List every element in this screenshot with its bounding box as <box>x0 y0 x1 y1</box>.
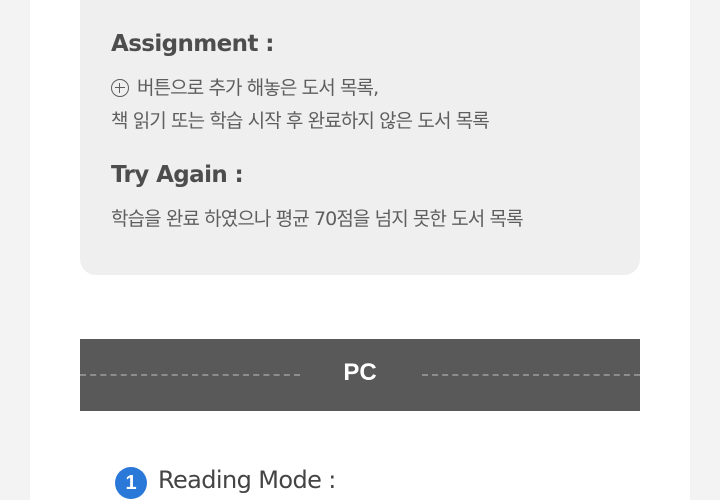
try-again-heading: Try Again : <box>111 162 244 188</box>
reading-mode-title: Reading Mode : <box>158 466 336 494</box>
plus-circle-icon <box>111 79 129 97</box>
assignment-desc-line-1: 버튼으로 추가 해놓은 도서 목록, <box>111 73 379 100</box>
info-card: Assignment : 버튼으로 추가 해놓은 도서 목록, 책 읽기 또는 … <box>80 0 640 275</box>
assignment-desc-line-2: 책 읽기 또는 학습 시작 후 완료하지 않은 도서 목록 <box>111 110 490 132</box>
page-panel: Assignment : 버튼으로 추가 해놓은 도서 목록, 책 읽기 또는 … <box>30 0 690 500</box>
step-number-badge: 1 <box>115 467 147 499</box>
try-again-desc: 학습을 완료 하였으나 평균 70점을 넘지 못한 도서 목록 <box>111 208 524 230</box>
pc-section-label: PC <box>343 359 377 386</box>
pc-section-bar: PC <box>80 339 640 411</box>
assignment-desc-text-1: 버튼으로 추가 해놓은 도서 목록, <box>137 77 379 99</box>
assignment-heading: Assignment : <box>111 31 274 57</box>
